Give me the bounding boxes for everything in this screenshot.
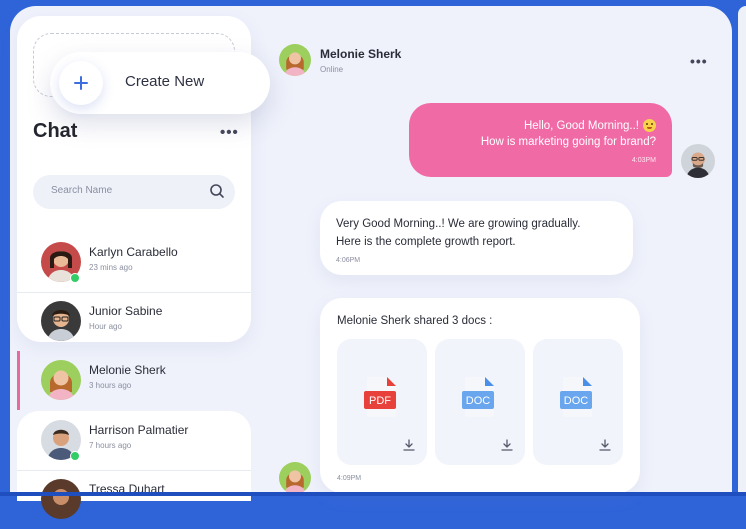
file-type-label: DOC: [466, 395, 491, 407]
conversation-status: Online: [320, 65, 344, 74]
smile-emoji-icon: [643, 119, 656, 132]
file-type-label: PDF: [369, 395, 391, 407]
shared-docs-message: Melonie Sherk shared 3 docs : PDF DOC DO…: [320, 298, 640, 493]
doc-file-icon: DOC: [560, 377, 592, 417]
message-time: 4:03PM: [631, 157, 656, 164]
doc-tile-doc[interactable]: DOC: [533, 339, 623, 465]
message-line: Hello, Good Morning..!: [523, 119, 639, 132]
adjacent-panel-edge: [738, 6, 746, 496]
message-time: 4:09PM: [337, 475, 362, 482]
contact-name: Harrison Palmatier: [89, 423, 189, 437]
search-icon[interactable]: [209, 183, 225, 204]
contact-item-junior[interactable]: Junior Sabine Hour ago: [17, 292, 251, 351]
create-new-label: Create New: [125, 73, 205, 90]
header-avatar[interactable]: [279, 44, 311, 76]
file-type-label: DOC: [564, 395, 589, 407]
message-line: Here is the complete growth report.: [336, 236, 516, 248]
contact-time: 7 hours ago: [89, 441, 132, 450]
sidebar-more-icon[interactable]: •••: [220, 124, 239, 141]
conversation-more-icon[interactable]: •••: [690, 53, 708, 69]
download-icon[interactable]: [501, 439, 513, 451]
shared-docs-title: Melonie Sherk shared 3 docs :: [337, 315, 493, 327]
contact-time: Hour ago: [89, 322, 122, 331]
download-icon[interactable]: [599, 439, 611, 451]
online-indicator: [70, 451, 80, 461]
my-avatar: [681, 144, 715, 178]
contact-time: 23 mins ago: [89, 263, 133, 272]
message-time: 4:06PM: [336, 257, 361, 264]
outgoing-message: Hello, Good Morning..! How is marketing …: [409, 103, 672, 177]
contact-item-karlyn[interactable]: Karlyn Carabello 23 mins ago: [17, 233, 251, 292]
create-new-button[interactable]: Create New: [50, 52, 270, 114]
message-line: How is marketing going for brand?: [480, 136, 656, 148]
doc-tile-pdf[interactable]: PDF: [337, 339, 427, 465]
avatar: [41, 479, 81, 519]
online-indicator: [70, 273, 80, 283]
contact-item-harrison[interactable]: Harrison Palmatier 7 hours ago: [17, 411, 251, 470]
contact-name: Karlyn Carabello: [89, 245, 178, 259]
avatar: [41, 360, 81, 400]
contact-name: Melonie Sherk: [89, 363, 166, 377]
avatar: [41, 301, 81, 341]
search-box: [33, 175, 235, 209]
download-icon[interactable]: [403, 439, 415, 451]
pdf-file-icon: PDF: [364, 377, 396, 417]
search-input[interactable]: [49, 184, 203, 197]
doc-tile-doc[interactable]: DOC: [435, 339, 525, 465]
sender-avatar: [279, 462, 311, 494]
incoming-message: Very Good Morning..! We are growing grad…: [320, 201, 633, 275]
contact-name: Junior Sabine: [89, 304, 163, 318]
contact-item-tressa[interactable]: Tressa Duhart: [17, 470, 251, 529]
page-title: Chat: [33, 120, 78, 142]
plus-icon: [59, 61, 103, 105]
message-line: Very Good Morning..! We are growing grad…: [336, 218, 581, 230]
contact-time: 3 hours ago: [89, 381, 132, 390]
bottom-edge: [0, 492, 746, 496]
contact-item-melonie[interactable]: Melonie Sherk 3 hours ago: [17, 351, 251, 410]
doc-file-icon: DOC: [462, 377, 494, 417]
conversation-contact-name: Melonie Sherk: [320, 47, 402, 61]
